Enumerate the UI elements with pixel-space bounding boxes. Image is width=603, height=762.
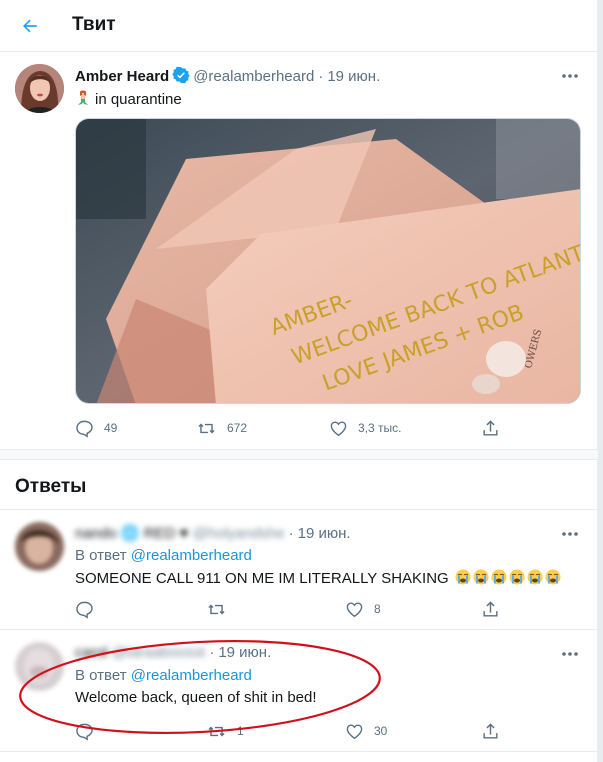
in-reply-to: В ответ @realamberheard <box>75 667 252 684</box>
reply-item[interactable]: nando 🌐 RED ♥ @holyandshe · 19 июн. В отве… <box>0 510 598 630</box>
reply-date[interactable]: 19 июн. <box>218 644 271 661</box>
retweet-button[interactable]: 672 <box>196 416 247 440</box>
like-button[interactable]: 8 <box>345 597 381 621</box>
crying-emoji-group <box>453 569 561 587</box>
like-button[interactable]: 30 <box>345 719 387 743</box>
like-count: 30 <box>374 724 388 738</box>
reply-count: 49 <box>104 421 118 435</box>
reply-author-line: nando 🌐 RED ♥ @holyandshe · 19 июн. <box>75 524 351 542</box>
tweet-column: Твит Amber Heard @realamberheard · 19 июн. … <box>0 0 598 762</box>
reply-text: SOMEONE CALL 911 ON ME IM LITERALLY SHAK… <box>75 569 561 587</box>
reply-button[interactable] <box>75 597 104 621</box>
reply-text-content: Welcome back, queen of shit in bed! <box>75 689 317 706</box>
reply-author-name[interactable]: nando 🌐 RED ♥ <box>75 524 188 542</box>
like-count: 8 <box>374 602 381 616</box>
in-reply-to: В ответ @realamberheard <box>75 547 252 564</box>
reply-button[interactable] <box>75 719 104 743</box>
share-icon <box>483 600 498 617</box>
page-header: Твит <box>0 0 598 52</box>
like-count: 3,3 тыс. <box>358 421 402 435</box>
heart-icon <box>346 723 363 739</box>
separator-dot: · <box>318 68 324 85</box>
verified-badge-icon <box>172 66 190 88</box>
more-options-button[interactable] <box>558 644 582 664</box>
reply-button[interactable]: 49 <box>75 416 117 440</box>
crying-face-emoji-icon <box>509 569 525 585</box>
reply-text: Welcome back, queen of shit in bed! <box>75 689 317 706</box>
reply-author-name[interactable]: carol <box>75 644 108 661</box>
reply-icon <box>76 601 93 619</box>
heart-icon <box>330 420 347 436</box>
reply-actions: 8 <box>75 597 505 621</box>
share-button[interactable] <box>481 597 510 621</box>
more-icon <box>562 652 578 656</box>
more-icon <box>562 532 578 536</box>
main-tweet: Amber Heard @realamberheard · 19 июн. in qu… <box>0 52 598 450</box>
reply-author-line: carol @taraaboosst · 19 июн. <box>75 644 271 661</box>
separator-dot: · <box>209 644 215 661</box>
section-divider <box>0 450 598 460</box>
crying-face-emoji-icon <box>473 569 489 585</box>
crying-face-emoji-icon <box>545 569 561 585</box>
author-name[interactable]: Amber Heard <box>75 68 169 85</box>
retweet-icon <box>208 726 225 736</box>
avatar[interactable] <box>15 642 64 691</box>
reply-item[interactable]: carol @taraaboosst · 19 июн. В ответ @real… <box>0 630 598 752</box>
separator-dot: · <box>288 525 294 542</box>
retweet-icon <box>198 423 215 433</box>
reply-date[interactable]: 19 июн. <box>298 525 351 542</box>
share-button[interactable] <box>481 719 510 743</box>
in-reply-prefix: В ответ <box>75 547 127 564</box>
mermaid-emoji-icon <box>75 90 91 106</box>
retweet-button[interactable]: 1 <box>206 719 244 743</box>
share-button[interactable] <box>481 416 510 440</box>
tweet-text-content: in quarantine <box>95 91 182 108</box>
crying-face-emoji-icon <box>455 569 471 585</box>
retweet-count: 1 <box>237 724 244 738</box>
tweet-actions: 49 672 3,3 тыс. <box>75 416 505 440</box>
reply-text-content: SOMEONE CALL 911 ON ME IM LITERALLY SHAK… <box>75 570 449 587</box>
share-icon <box>483 419 498 436</box>
crying-face-emoji-icon <box>491 569 507 585</box>
retweet-button[interactable] <box>206 597 237 621</box>
in-reply-prefix: В ответ <box>75 667 127 684</box>
replies-title: Ответы <box>15 476 87 497</box>
heart-icon <box>346 601 363 617</box>
in-reply-handle-link[interactable]: @realamberheard <box>131 547 252 564</box>
replies-section-header: Ответы <box>0 450 598 510</box>
more-options-button[interactable] <box>558 66 582 86</box>
tweet-date[interactable]: 19 июн. <box>327 68 380 85</box>
more-options-button[interactable] <box>558 524 582 544</box>
share-icon <box>483 722 498 739</box>
retweet-count: 672 <box>227 421 248 435</box>
avatar[interactable] <box>15 522 64 571</box>
back-button[interactable] <box>14 10 46 42</box>
reply-icon <box>76 420 93 438</box>
reply-author-handle[interactable]: @holyandshe <box>193 525 285 542</box>
author-handle[interactable]: @realamberheard <box>193 68 314 85</box>
reply-actions: 1 30 <box>75 719 505 743</box>
crying-face-emoji-icon <box>527 569 543 585</box>
arrow-left-icon <box>23 19 37 33</box>
page-title: Твит <box>72 14 116 35</box>
tweet-text: in quarantine <box>75 90 182 108</box>
retweet-icon <box>208 604 225 614</box>
tweet-image[interactable]: AMBER- WELCOME BACK TO ATLANTIS LOVE JAM… <box>75 118 581 404</box>
reply-author-handle[interactable]: @taraaboosst <box>112 644 206 661</box>
avatar[interactable] <box>15 64 64 113</box>
reply-icon <box>76 723 93 741</box>
more-icon <box>562 74 578 78</box>
author-line: Amber Heard @realamberheard · 19 июн. <box>75 66 380 88</box>
in-reply-handle-link[interactable]: @realamberheard <box>131 667 252 684</box>
like-button[interactable]: 3,3 тыс. <box>329 416 401 440</box>
